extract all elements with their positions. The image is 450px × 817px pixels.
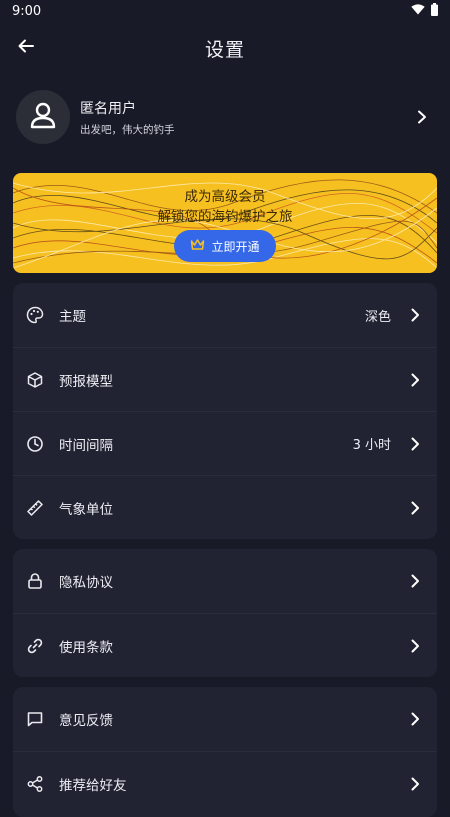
row-theme[interactable]: 主题 深色 <box>13 283 437 347</box>
profile-subtitle: 出发吧，伟大的钓手 <box>80 123 175 136</box>
chevron-right-icon <box>405 774 425 794</box>
wifi-icon <box>411 3 425 19</box>
status-time: 9:00 <box>12 3 42 19</box>
row-feedback[interactable]: 意见反馈 <box>13 687 437 751</box>
chevron-right-icon <box>405 434 425 454</box>
premium-banner[interactable]: 成为高级会员 解锁您的海钓爆护之旅 立即开通 <box>13 173 437 273</box>
back-button[interactable] <box>12 34 40 62</box>
row-time-interval-label: 时间间隔 <box>59 437 113 454</box>
battery-icon <box>431 2 438 20</box>
banner-title: 成为高级会员 <box>184 189 266 205</box>
row-forecast-model-label: 预报模型 <box>59 373 113 390</box>
subscribe-button-label: 立即开通 <box>211 239 260 254</box>
arrow-left-icon <box>17 37 35 59</box>
row-forecast-model[interactable]: 预报模型 <box>13 347 437 411</box>
row-privacy-policy-label: 隐私协议 <box>59 575 113 591</box>
row-weather-units-label: 气象单位 <box>59 501 113 518</box>
profile-name: 匿名用户 <box>80 100 136 117</box>
ruler-icon <box>25 498 45 518</box>
chevron-right-icon <box>405 571 425 591</box>
row-terms-of-use-label: 使用条款 <box>59 639 113 656</box>
link-icon <box>25 636 45 656</box>
settings-group-support: 意见反馈 推荐给好友 <box>13 687 437 817</box>
share-icon <box>25 774 45 794</box>
banner-subtitle: 解锁您的海钓爆护之旅 <box>157 209 293 225</box>
palette-icon <box>25 305 45 325</box>
chevron-right-icon <box>405 370 425 390</box>
page-title: 设置 <box>204 38 245 61</box>
cube-icon <box>25 370 45 390</box>
chevron-right-icon <box>405 709 425 729</box>
profile-row[interactable]: 匿名用户 出发吧，伟大的钓手 <box>16 88 434 146</box>
chevron-right-icon <box>405 636 425 656</box>
chevron-right-icon <box>405 498 425 518</box>
message-icon <box>25 709 45 729</box>
row-share-with-friends-label: 推荐给好友 <box>59 777 127 794</box>
status-bar: 9:00 <box>0 0 450 22</box>
chevron-right-icon <box>405 305 425 325</box>
settings-group-legal: 隐私协议 使用条款 <box>13 549 437 677</box>
row-theme-label: 主题 <box>59 309 86 325</box>
row-share-with-friends[interactable]: 推荐给好友 <box>13 751 437 815</box>
row-terms-of-use[interactable]: 使用条款 <box>13 613 437 677</box>
crown-icon <box>190 238 205 254</box>
row-time-interval[interactable]: 时间间隔 3 小时 <box>13 411 437 475</box>
row-time-interval-value: 3 小时 <box>352 438 391 453</box>
row-privacy-policy[interactable]: 隐私协议 <box>13 549 437 613</box>
settings-group-general: 主题 深色 预报模型 时间间隔 3 小时 气象单位 <box>13 283 437 539</box>
row-weather-units[interactable]: 气象单位 <box>13 475 437 539</box>
avatar <box>16 90 70 144</box>
chevron-right-icon <box>410 105 434 129</box>
row-theme-value: 深色 <box>364 309 391 325</box>
app-header: 设置 <box>0 26 450 70</box>
row-feedback-label: 意见反馈 <box>59 713 113 729</box>
subscribe-button[interactable]: 立即开通 <box>174 230 276 262</box>
user-icon <box>28 100 58 134</box>
clock-icon <box>25 434 45 454</box>
lock-icon <box>25 571 45 591</box>
